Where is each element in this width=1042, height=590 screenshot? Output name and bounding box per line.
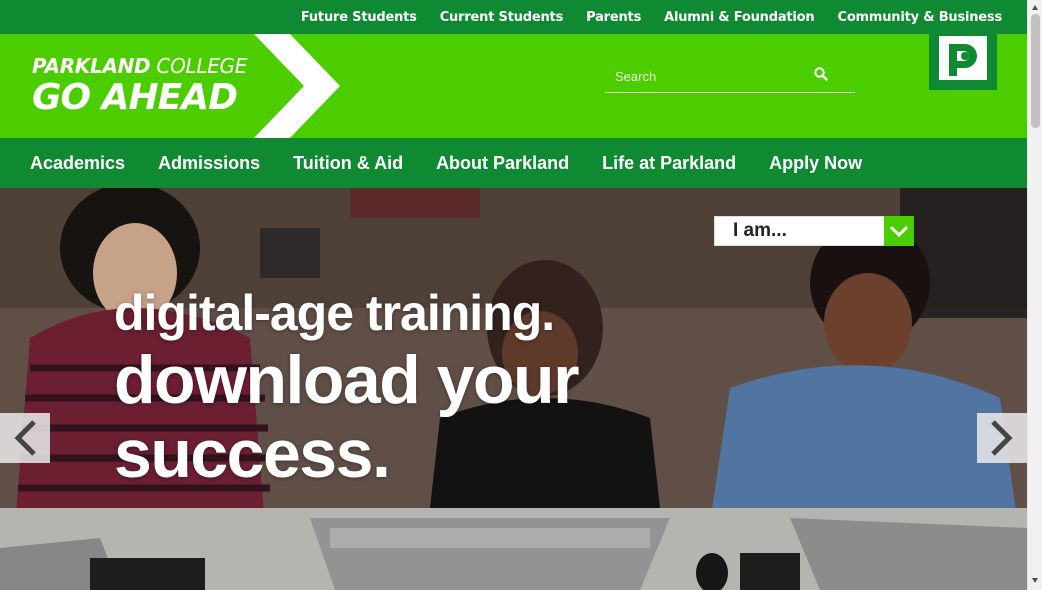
nav-item-academics[interactable]: Academics	[30, 153, 125, 174]
utility-link-parents[interactable]: Parents	[586, 10, 641, 25]
carousel-next-button[interactable]	[977, 413, 1027, 463]
chevron-left-icon	[14, 420, 36, 456]
hero-headline-line-1: digital-age training.	[114, 285, 555, 341]
utility-link-current-students[interactable]: Current Students	[440, 10, 564, 25]
search-button[interactable]	[811, 65, 831, 85]
scroll-up-arrow-icon[interactable]	[1031, 4, 1039, 12]
search-input[interactable]	[605, 65, 805, 87]
nav-item-about-parkland[interactable]: About Parkland	[436, 153, 569, 174]
hero-headline-line-3: success.	[114, 416, 391, 492]
search-icon	[814, 66, 828, 81]
utility-link-future-students[interactable]: Future Students	[301, 10, 417, 25]
scrollbar-thumb[interactable]	[1031, 14, 1040, 128]
main-nav: Academics Admissions Tuition & Aid About…	[0, 138, 1027, 188]
parkland-p-logo-link[interactable]	[929, 34, 997, 90]
brand-logo-link[interactable]: PARKLAND COLLEGE GO AHEAD	[32, 54, 247, 118]
nav-item-tuition-aid[interactable]: Tuition & Aid	[293, 153, 403, 174]
utility-bar: Future Students Current Students Parents…	[0, 0, 1027, 34]
search-box	[605, 59, 855, 93]
brand-name-light: COLLEGE	[150, 54, 248, 78]
parkland-p-logo-icon	[939, 36, 987, 80]
utility-nav: Future Students Current Students Parents…	[301, 0, 1002, 34]
page: Future Students Current Students Parents…	[0, 0, 1027, 590]
chevron-down-icon	[884, 216, 914, 246]
nav-item-life-at-parkland[interactable]: Life at Parkland	[602, 153, 736, 174]
brand-name-bold: PARKLAND	[32, 54, 151, 78]
hero-carousel: I am... digital-age training. download y…	[0, 188, 1027, 590]
i-am-dropdown-label: I am...	[733, 220, 787, 241]
i-am-dropdown[interactable]: I am...	[714, 216, 914, 246]
chevron-graphic	[254, 34, 340, 138]
vertical-scrollbar[interactable]	[1027, 0, 1042, 590]
utility-link-alumni-foundation[interactable]: Alumni & Foundation	[664, 10, 815, 25]
utility-link-community-business[interactable]: Community & Business	[837, 10, 1002, 25]
site-header: PARKLAND COLLEGE GO AHEAD	[0, 34, 1027, 138]
hero-headline-line-2: download your	[114, 342, 580, 418]
scroll-down-arrow-icon[interactable]	[1031, 576, 1039, 584]
hero-headline: digital-age training. download your succ…	[114, 284, 580, 492]
carousel-prev-button[interactable]	[0, 413, 50, 463]
brand-name: PARKLAND COLLEGE	[32, 54, 247, 78]
brand-tagline: GO AHEAD	[32, 77, 238, 118]
chevron-right-icon	[991, 420, 1013, 456]
nav-item-admissions[interactable]: Admissions	[158, 153, 260, 174]
nav-item-apply-now[interactable]: Apply Now	[769, 153, 862, 174]
